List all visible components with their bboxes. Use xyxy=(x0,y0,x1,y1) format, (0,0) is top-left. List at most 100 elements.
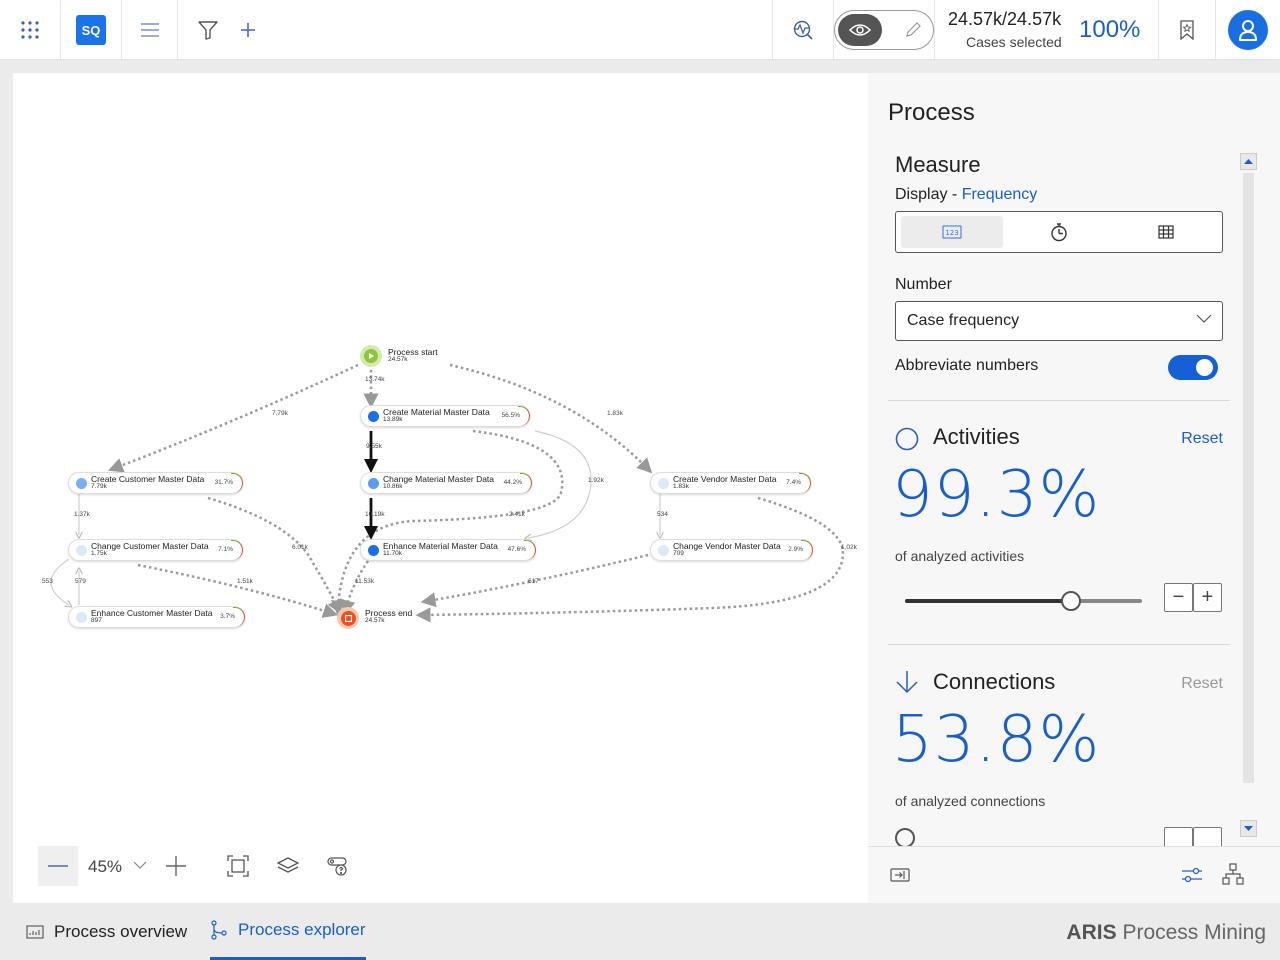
connections-percent: 53.8% xyxy=(892,703,1101,777)
process-end-node[interactable] xyxy=(337,607,359,629)
activity-dot xyxy=(368,478,379,489)
avatar xyxy=(1228,10,1268,50)
duration-stopwatch-icon xyxy=(1051,223,1067,242)
zoom-in-button[interactable] xyxy=(166,856,186,881)
zoom-level[interactable]: 45% xyxy=(88,857,122,877)
activities-decrease-button[interactable]: − xyxy=(1164,583,1193,612)
activity-node-enhance-customer[interactable]: Enhance Customer Master Data 897 3.7% xyxy=(68,606,245,628)
activity-node-create-vendor[interactable]: Create Vendor Master Data 1.83k 7.4% xyxy=(650,472,811,494)
activity-node-change-vendor[interactable]: Change Vendor Master Data 709 2.9% xyxy=(650,539,813,561)
activity-node-change-material[interactable]: Change Material Master Data 10.86k 44.2% xyxy=(360,472,532,494)
panel-title: Process xyxy=(888,99,975,126)
activities-percent: 99.3% xyxy=(892,458,1101,532)
edit-mode-button[interactable] xyxy=(903,20,923,45)
view-edit-mode-toggle[interactable] xyxy=(834,0,934,60)
activity-node-create-material[interactable]: Create Material Master Data 13.89k 56.5% xyxy=(360,405,530,427)
menu-icon xyxy=(140,23,159,37)
bookmark-button[interactable] xyxy=(1159,0,1215,60)
activity-dot xyxy=(76,612,87,623)
display-mode-selector: 123 xyxy=(895,211,1223,253)
zoom-in-icon xyxy=(166,856,186,876)
process-graph-canvas[interactable]: 13.74k 7.79k 1.83k 9.55k 1.92k 10.19k 2.… xyxy=(13,73,868,903)
activity-node-create-customer[interactable]: Create Customer Master Data 7.79k 31.7% xyxy=(68,472,243,494)
tab-process-overview[interactable]: Process overview xyxy=(26,903,187,960)
bookmark-icon xyxy=(1180,20,1194,40)
apps-grid-icon xyxy=(21,21,39,39)
tab-process-explorer[interactable]: Process explorer xyxy=(210,903,366,960)
scroll-down-button[interactable] xyxy=(1240,820,1257,837)
scroll-up-button[interactable] xyxy=(1240,153,1257,170)
process-start-node[interactable] xyxy=(360,345,382,367)
user-icon xyxy=(1239,20,1257,41)
menu-button[interactable] xyxy=(122,0,177,60)
apps-grid-button[interactable] xyxy=(0,0,60,60)
slider-handle[interactable] xyxy=(1060,591,1081,611)
cases-label: Cases selected xyxy=(966,34,1062,50)
top-bar: SQ 24.57k/24.57k Cases selected 100% xyxy=(0,0,1280,60)
number-select[interactable]: Case frequency xyxy=(895,301,1223,341)
edge-label: 1.83k xyxy=(607,410,623,417)
activities-title: Activities xyxy=(933,424,1020,449)
legend-help-button[interactable] xyxy=(327,856,349,883)
connections-slider-handle[interactable] xyxy=(895,828,915,848)
add-icon xyxy=(241,23,255,37)
process-settings-panel: Process Measure Display - Frequency 123 … xyxy=(868,73,1280,903)
connections-stepper xyxy=(1164,827,1222,848)
view-mode-eye-icon xyxy=(849,24,871,36)
scroll-track[interactable] xyxy=(1243,173,1254,783)
connections-decrease-button[interactable] xyxy=(1164,827,1193,848)
edge-label: 1.02k xyxy=(841,544,857,551)
settings-button[interactable] xyxy=(1181,865,1203,890)
activity-dot xyxy=(368,545,379,556)
caret-up-icon xyxy=(1244,159,1253,164)
user-menu-button[interactable] xyxy=(1216,0,1280,60)
fit-to-screen-icon xyxy=(227,855,249,877)
activities-reset-link[interactable]: Reset xyxy=(1181,430,1223,448)
arrow-down-icon xyxy=(896,671,918,694)
activity-node-change-customer[interactable]: Change Customer Master Data 1.75k 7.1% xyxy=(68,539,243,561)
display-duration-button[interactable] xyxy=(1008,216,1110,248)
abbreviate-numbers-label: Abbreviate numbers xyxy=(895,357,1039,374)
display-table-button[interactable] xyxy=(1115,216,1217,248)
hierarchy-icon xyxy=(1222,863,1244,885)
edge-label: 13.74k xyxy=(365,376,385,383)
legend-help-icon xyxy=(327,857,347,876)
edge-label: 6.01k xyxy=(292,544,308,551)
add-filter-button[interactable] xyxy=(230,0,266,60)
layers-button[interactable] xyxy=(276,856,300,881)
panel-scrollbar[interactable] xyxy=(1240,153,1257,837)
abbreviate-numbers-toggle[interactable] xyxy=(1168,355,1218,380)
activity-node-enhance-material[interactable]: Enhance Material Master Data 11.70k 47.6… xyxy=(360,539,536,561)
divider xyxy=(888,400,1230,401)
filter-icon xyxy=(198,21,218,40)
edge-change-customer-to-enhance-customer xyxy=(50,558,69,605)
svg-text:123: 123 xyxy=(945,229,958,237)
cases-percent: 100% xyxy=(1079,16,1141,43)
view-mode-button[interactable] xyxy=(838,14,882,46)
process-end-count: 24.57k xyxy=(365,617,385,624)
export-button[interactable] xyxy=(890,868,910,887)
app-badge-button[interactable]: SQ xyxy=(61,0,121,60)
edit-mode-pencil-icon xyxy=(906,22,921,37)
export-icon xyxy=(890,868,910,882)
activity-dot xyxy=(658,478,669,489)
connections-subtitle: of analyzed connections xyxy=(895,793,1046,809)
activity-dot xyxy=(76,545,87,556)
process-analysis-button[interactable] xyxy=(773,0,833,60)
edge-label: 579 xyxy=(75,578,86,585)
connections-increase-button[interactable] xyxy=(1193,827,1222,848)
filter-button[interactable] xyxy=(190,0,226,60)
hierarchy-button[interactable] xyxy=(1222,863,1244,890)
display-frequency-button[interactable]: 123 xyxy=(901,216,1003,248)
activity-dot xyxy=(368,411,379,422)
fit-to-screen-button[interactable] xyxy=(227,855,249,882)
edge-label: 10.19k xyxy=(365,511,385,518)
frequency-123-icon: 123 xyxy=(942,225,962,239)
connections-reset-link[interactable]: Reset xyxy=(1181,675,1223,693)
panel-scroll-content[interactable]: Measure Display - Frequency 123 Number C… xyxy=(888,148,1232,848)
activities-increase-button[interactable]: + xyxy=(1193,583,1222,612)
zoom-out-button[interactable] xyxy=(38,846,78,886)
number-label: Number xyxy=(895,276,952,293)
activities-slider[interactable] xyxy=(905,591,1142,611)
chevron-down-icon[interactable] xyxy=(133,861,147,870)
